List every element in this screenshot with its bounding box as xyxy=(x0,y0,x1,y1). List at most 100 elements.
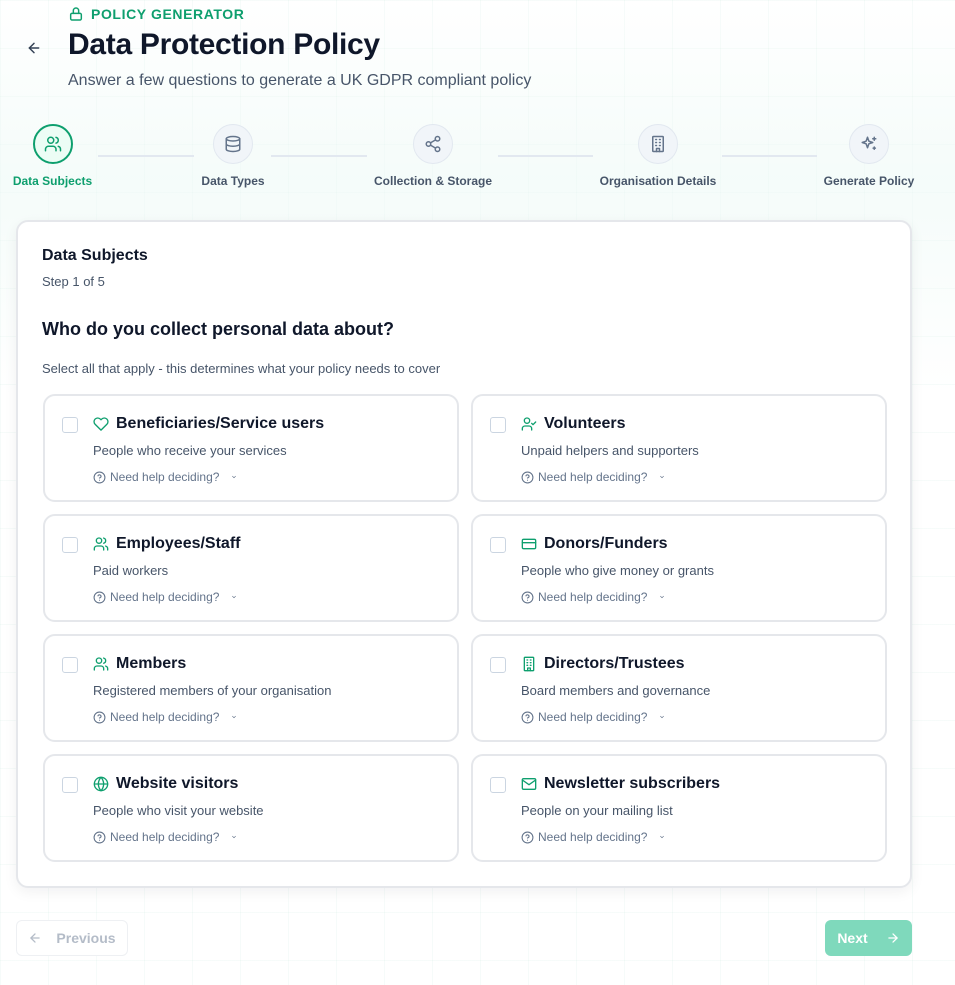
option-members[interactable]: Members Registered members of your organ… xyxy=(43,634,459,742)
user-check-icon xyxy=(521,416,537,432)
mail-icon xyxy=(521,776,537,792)
chevron-down-icon xyxy=(227,712,237,722)
option-description: People on your mailing list xyxy=(521,803,673,818)
help-label: Need help deciding? xyxy=(538,710,648,724)
option-header: Volunteers xyxy=(521,415,626,433)
step-generate-policy[interactable]: Generate Policy xyxy=(824,124,914,188)
option-employees[interactable]: Employees/Staff Paid workers Need help d… xyxy=(43,514,459,622)
option-description: Unpaid helpers and supporters xyxy=(521,443,699,458)
step-label: Organisation Details xyxy=(599,174,717,188)
option-header: Members xyxy=(93,655,186,673)
data-subjects-card: Data Subjects Step 1 of 5 Who do you col… xyxy=(16,220,912,888)
arrow-left-icon xyxy=(26,40,42,56)
arrow-right-icon xyxy=(886,931,900,945)
arrow-left-icon xyxy=(28,931,42,945)
next-button[interactable]: Next xyxy=(825,920,912,956)
step-circle xyxy=(413,124,453,164)
previous-button[interactable]: Previous xyxy=(16,920,128,956)
step-connector xyxy=(722,155,817,157)
back-button[interactable] xyxy=(22,36,46,60)
help-toggle[interactable]: Need help deciding? xyxy=(93,830,237,844)
option-checkbox[interactable] xyxy=(62,537,78,553)
help-circle-icon xyxy=(93,471,106,484)
help-circle-icon xyxy=(521,831,534,844)
option-newsletter-subscribers[interactable]: Newsletter subscribers People on your ma… xyxy=(471,754,887,862)
help-label: Need help deciding? xyxy=(110,710,220,724)
policy-generator-eyebrow: POLICY GENERATOR xyxy=(68,6,245,22)
page-subtitle: Answer a few questions to generate a UK … xyxy=(68,72,532,89)
step-circle xyxy=(32,124,73,164)
help-circle-icon xyxy=(93,591,106,604)
help-toggle[interactable]: Need help deciding? xyxy=(521,590,665,604)
step-data-types[interactable]: Data Types xyxy=(198,124,268,188)
option-website-visitors[interactable]: Website visitors People who visit your w… xyxy=(43,754,459,862)
help-circle-icon xyxy=(93,711,106,724)
option-description: Registered members of your organisation xyxy=(93,683,332,698)
option-checkbox[interactable] xyxy=(490,657,506,673)
credit-card-icon xyxy=(521,536,537,552)
question-hint: Select all that apply - this determines … xyxy=(42,361,441,376)
option-description: People who give money or grants xyxy=(521,563,714,578)
building-icon xyxy=(521,656,537,672)
help-label: Need help deciding? xyxy=(110,590,220,604)
option-title: Employees/Staff xyxy=(116,535,241,552)
help-toggle[interactable]: Need help deciding? xyxy=(93,590,237,604)
help-label: Need help deciding? xyxy=(110,830,220,844)
help-label: Need help deciding? xyxy=(538,470,648,484)
option-donors[interactable]: Donors/Funders People who give money or … xyxy=(471,514,887,622)
help-toggle[interactable]: Need help deciding? xyxy=(521,830,665,844)
help-toggle[interactable]: Need help deciding? xyxy=(521,470,665,484)
page-title: Data Protection Policy xyxy=(68,28,380,61)
users-icon xyxy=(93,536,109,552)
previous-label: Previous xyxy=(56,930,116,946)
option-description: People who receive your services xyxy=(93,443,287,458)
option-checkbox[interactable] xyxy=(490,777,506,793)
chevron-down-icon xyxy=(227,472,237,482)
eyebrow-label: POLICY GENERATOR xyxy=(91,6,245,22)
card-title: Data Subjects xyxy=(42,247,148,264)
option-title: Website visitors xyxy=(116,775,239,792)
question-heading: Who do you collect personal data about? xyxy=(42,319,395,339)
chevron-down-icon xyxy=(655,832,665,842)
help-label: Need help deciding? xyxy=(538,590,648,604)
step-data-subjects[interactable]: Data Subjects xyxy=(13,124,92,188)
chevron-down-icon xyxy=(227,832,237,842)
help-toggle[interactable]: Need help deciding? xyxy=(93,470,237,484)
step-collection-storage[interactable]: Collection & Storage xyxy=(373,124,493,188)
option-description: Board members and governance xyxy=(521,683,711,698)
step-label: Data Types xyxy=(201,174,265,188)
option-checkbox[interactable] xyxy=(490,417,506,433)
heart-icon xyxy=(93,416,109,432)
help-circle-icon xyxy=(521,711,534,724)
help-toggle[interactable]: Need help deciding? xyxy=(521,710,665,724)
step-connector xyxy=(498,155,593,157)
step-counter: Step 1 of 5 xyxy=(42,274,105,289)
chevron-down-icon xyxy=(227,592,237,602)
help-circle-icon xyxy=(521,591,534,604)
help-circle-icon xyxy=(93,831,106,844)
option-title: Donors/Funders xyxy=(544,535,668,552)
option-checkbox[interactable] xyxy=(62,777,78,793)
option-volunteers[interactable]: Volunteers Unpaid helpers and supporters… xyxy=(471,394,887,502)
option-checkbox[interactable] xyxy=(490,537,506,553)
chevron-down-icon xyxy=(655,472,665,482)
step-circle xyxy=(213,124,253,164)
users-icon xyxy=(44,135,62,153)
option-header: Website visitors xyxy=(93,775,238,793)
option-beneficiaries[interactable]: Beneficiaries/Service users People who r… xyxy=(43,394,459,502)
sparkles-icon xyxy=(860,135,878,153)
option-directors[interactable]: Directors/Trustees Board members and gov… xyxy=(471,634,887,742)
database-icon xyxy=(224,135,242,153)
step-circle xyxy=(638,124,678,164)
help-toggle[interactable]: Need help deciding? xyxy=(93,710,237,724)
option-checkbox[interactable] xyxy=(62,417,78,433)
progress-stepper: Data Subjects Data Types Collection & St… xyxy=(0,124,930,194)
step-organisation-details[interactable]: Organisation Details xyxy=(598,124,718,188)
option-title: Newsletter subscribers xyxy=(544,775,721,792)
option-description: Paid workers xyxy=(93,563,169,578)
chevron-down-icon xyxy=(655,712,665,722)
option-header: Newsletter subscribers xyxy=(521,775,720,793)
option-title: Beneficiaries/Service users xyxy=(116,415,325,432)
option-checkbox[interactable] xyxy=(62,657,78,673)
option-title: Members xyxy=(116,655,187,672)
